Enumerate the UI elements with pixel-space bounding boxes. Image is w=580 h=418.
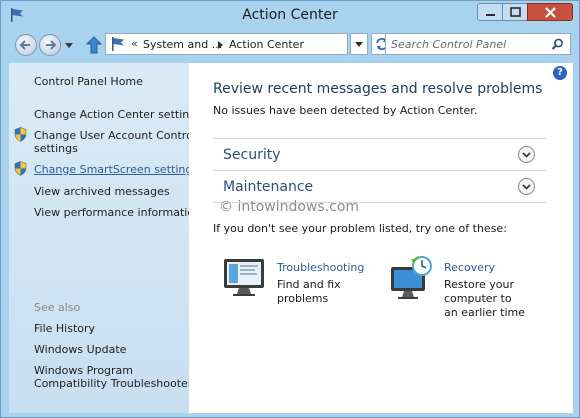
page-title: Review recent messages and resolve probl… xyxy=(213,81,543,97)
sidebar-item-windows-program-compatibility[interactable]: Windows Program xyxy=(34,364,133,377)
chevron-down-icon xyxy=(522,152,531,158)
up-arrow-icon[interactable] xyxy=(85,35,103,55)
troubleshooting-desc-line1: Find and fix xyxy=(277,278,341,291)
chevron-down-icon xyxy=(522,184,531,190)
minimize-button[interactable] xyxy=(477,3,503,21)
sidebar-item-control-panel-home[interactable]: Control Panel Home xyxy=(34,75,143,88)
troubleshooting-link[interactable]: Troubleshooting xyxy=(277,261,364,274)
security-expand-button[interactable] xyxy=(518,146,535,163)
recovery-desc-line1: Restore your xyxy=(444,278,514,291)
back-arrow-icon xyxy=(19,40,30,50)
security-section-label[interactable]: Security xyxy=(223,147,281,163)
status-message: No issues have been detected by Action C… xyxy=(213,104,478,117)
navigation-bar: « System and ... Action Center Search Co… xyxy=(1,29,579,61)
forward-button[interactable] xyxy=(39,34,61,56)
sidebar-item-view-performance-information[interactable]: View performance information xyxy=(34,206,201,219)
sidebar-item-windows-update[interactable]: Windows Update xyxy=(34,343,126,356)
sidebar-item-change-smartscreen-settings[interactable]: Change SmartScreen settings xyxy=(34,163,198,176)
main-content: ? Review recent messages and resolve pro… xyxy=(189,63,573,413)
troubleshoot-prompt: If you don't see your problem listed, tr… xyxy=(213,222,507,235)
watermark-text: © intowindows.com xyxy=(219,199,360,215)
maintenance-expand-button[interactable] xyxy=(518,178,535,195)
back-button[interactable] xyxy=(15,34,37,56)
search-box[interactable]: Search Control Panel xyxy=(385,33,571,55)
uac-shield-icon xyxy=(14,127,27,142)
recovery-computer-clock-icon[interactable] xyxy=(389,255,435,301)
recovery-link[interactable]: Recovery xyxy=(444,261,495,274)
troubleshooting-monitor-icon[interactable] xyxy=(222,257,266,297)
minimize-icon xyxy=(486,14,495,16)
address-dropdown-button[interactable] xyxy=(350,33,368,55)
search-placeholder[interactable]: Search Control Panel xyxy=(391,38,506,51)
see-also-heading: See also xyxy=(34,301,81,314)
title-bar[interactable]: Action Center xyxy=(1,1,579,29)
security-section-header[interactable]: Security xyxy=(213,138,546,170)
recent-pages-dropdown-icon[interactable] xyxy=(64,40,74,50)
action-center-flag-icon xyxy=(112,37,124,51)
maximize-button[interactable] xyxy=(502,3,528,21)
close-button[interactable] xyxy=(527,3,573,21)
troubleshooting-desc-line2: problems xyxy=(277,292,329,305)
sidebar-item-view-archived-messages[interactable]: View archived messages xyxy=(34,185,170,198)
chevron-down-icon xyxy=(355,42,363,47)
forward-arrow-icon xyxy=(46,40,57,50)
sidebar-item-change-user-account-control-settings-line2[interactable]: settings xyxy=(34,142,78,155)
maintenance-section-label[interactable]: Maintenance xyxy=(223,179,313,195)
address-bar[interactable]: « System and ... Action Center xyxy=(105,33,348,55)
close-icon xyxy=(545,7,556,18)
sidebar-item-file-history[interactable]: File History xyxy=(34,322,95,335)
search-icon[interactable] xyxy=(551,38,564,51)
breadcrumb-separator-icon[interactable] xyxy=(216,41,224,49)
sidebar: Control Panel Home Change Action Center … xyxy=(9,63,202,413)
breadcrumb-overflow[interactable]: « xyxy=(131,37,138,50)
help-icon[interactable]: ? xyxy=(553,66,567,80)
sidebar-item-change-user-account-control-settings[interactable]: Change User Account Control xyxy=(34,129,196,142)
breadcrumb-action-center[interactable]: Action Center xyxy=(229,38,304,51)
sidebar-item-change-action-center-settings[interactable]: Change Action Center settings xyxy=(34,108,202,121)
breadcrumb-system-and-security[interactable]: System and ... xyxy=(143,38,222,51)
recovery-desc-line2: computer to xyxy=(444,292,512,305)
recovery-desc-line3: an earlier time xyxy=(444,306,525,319)
uac-shield-icon xyxy=(14,161,27,176)
action-center-window: Action Center « System and ... Action Ce… xyxy=(0,0,580,418)
maximize-icon xyxy=(510,7,521,17)
sidebar-item-windows-program-compatibility-line2[interactable]: Compatibility Troubleshooter xyxy=(34,377,192,390)
